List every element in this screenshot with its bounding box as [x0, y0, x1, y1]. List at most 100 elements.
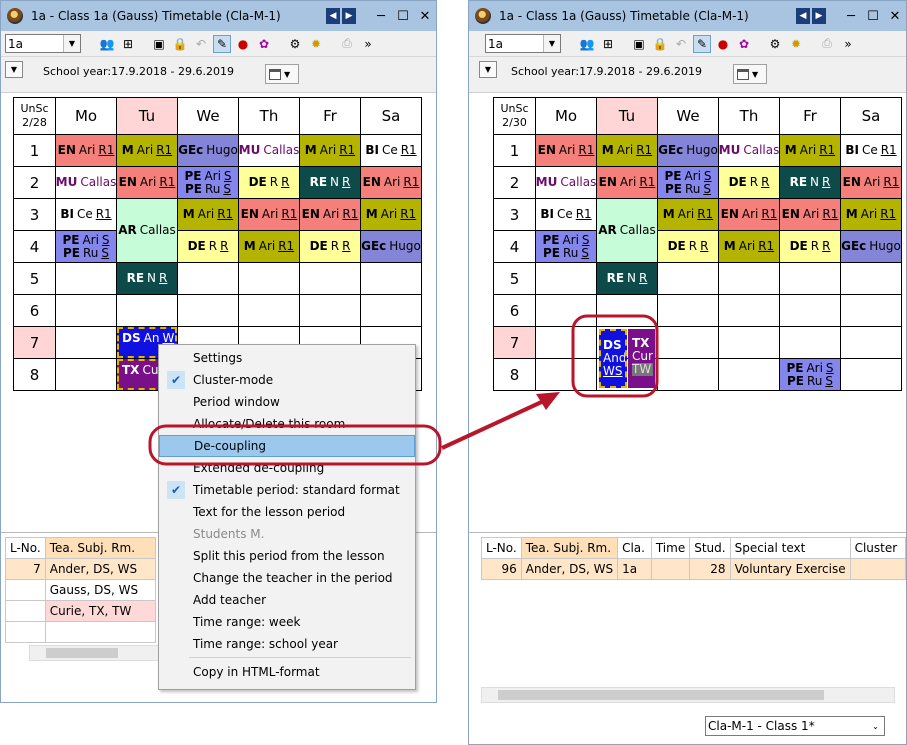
more-icon[interactable]: » [839, 35, 857, 53]
lesson-cell[interactable]: M Ari R1 [178, 199, 238, 230]
undo-icon[interactable]: ↶ [192, 35, 210, 53]
lesson-cell[interactable]: AR Callas [117, 199, 177, 262]
dropdown-toggle-icon[interactable]: ▼ [5, 61, 23, 78]
lesson-cell[interactable]: M Ari R1 [658, 199, 718, 230]
class-select[interactable]: 1a ▼ [5, 34, 81, 53]
grid-icon[interactable]: ⊞ [119, 35, 137, 53]
lesson-cell[interactable]: RE N R [117, 263, 177, 294]
menu-item[interactable]: Time range: school year [159, 633, 415, 655]
close-icon[interactable]: ✕ [414, 9, 436, 24]
maximize-icon[interactable]: ☐ [392, 9, 414, 24]
table-row[interactable]: 96 Ander, DS, WS 1a 28 Voluntary Exercise [481, 558, 906, 580]
lesson-cell[interactable]: DE R R [239, 167, 299, 198]
calendar-button[interactable]: ▼ [733, 64, 767, 84]
lesson-cell[interactable]: TX Cur TW [628, 329, 655, 388]
lesson-cell[interactable]: RE N R [300, 167, 360, 198]
lock-icon[interactable]: 🔒 [171, 35, 189, 53]
lesson-cell[interactable]: PE Ari S PE Ru S [178, 167, 238, 198]
pin-icon[interactable]: ● [714, 35, 732, 53]
menu-item[interactable]: Extended de-coupling [159, 457, 415, 479]
export-icon[interactable]: ▣ [630, 35, 648, 53]
scrollbar-thumb[interactable] [498, 690, 824, 700]
lesson-cell[interactable]: DS And WS [599, 329, 627, 388]
lesson-cell[interactable]: GEc Hugo [361, 231, 421, 262]
menu-item[interactable]: ✔ Cluster-mode [159, 369, 415, 391]
colors-icon[interactable]: ✿ [255, 35, 273, 53]
lock-icon[interactable]: 🔒 [651, 35, 669, 53]
lesson-cell[interactable]: BI Ce R1 [56, 199, 116, 230]
settings-icon[interactable]: ⚙ [766, 35, 784, 53]
lesson-cell[interactable]: M Ari R1 [361, 199, 421, 230]
lesson-cell[interactable]: DE R R [719, 167, 779, 198]
lesson-cell[interactable]: EN Ari R1 [719, 199, 779, 230]
close-icon[interactable]: ✕ [884, 9, 906, 24]
pen-icon[interactable]: ✎ [693, 34, 711, 53]
table-row[interactable]: Gauss, DS, WS [5, 579, 156, 601]
lesson-cell[interactable]: MU Callas [719, 135, 779, 166]
teachers-icon[interactable]: 👥 [98, 35, 116, 53]
lesson-cell[interactable]: PE Ari S PE Ru S [56, 231, 116, 262]
undo-icon[interactable]: ↶ [672, 35, 690, 53]
lesson-cell[interactable]: GEc Hugo [658, 135, 718, 166]
lesson-cell[interactable]: EN Ari R1 [239, 199, 299, 230]
scrollbar-thumb[interactable] [46, 648, 118, 658]
lesson-cell[interactable]: EN Ari R1 [780, 199, 840, 230]
lesson-cell[interactable]: RE N R [597, 263, 657, 294]
lesson-cell[interactable]: DE R R [300, 231, 360, 262]
lesson-cell[interactable]: EN Ari R1 [361, 167, 421, 198]
pen-icon[interactable]: ✎ [213, 34, 231, 53]
lesson-cell[interactable]: EN Ari R1 [300, 199, 360, 230]
table-row[interactable]: 7 Ander, DS, WS [5, 558, 156, 580]
menu-item[interactable]: Period window [159, 391, 415, 413]
lesson-cell[interactable]: AR Callas [597, 199, 657, 262]
dropdown-toggle-icon[interactable]: ▼ [479, 61, 497, 78]
table-row[interactable] [5, 621, 156, 643]
lesson-cell[interactable]: DE R R [658, 231, 718, 262]
lesson-cell[interactable]: PE Ari S PE Ru S [536, 231, 596, 262]
lesson-cell[interactable]: EN Ari R1 [597, 167, 657, 198]
colors-icon[interactable]: ✿ [735, 35, 753, 53]
lesson-cell[interactable]: EN Ari R1 [117, 167, 177, 198]
lesson-cell[interactable]: PE Ari S PE Ru S [658, 167, 718, 198]
lesson-cell[interactable]: DE R R [780, 231, 840, 262]
lesson-cell[interactable]: EN Ari R1 [56, 135, 116, 166]
settings-icon[interactable]: ⚙ [286, 35, 304, 53]
lesson-cell[interactable]: MU Callas [239, 135, 299, 166]
lesson-cell[interactable]: MU Callas [56, 167, 116, 198]
lesson-cell[interactable]: RE N R [780, 167, 840, 198]
lesson-cell[interactable]: EN Ari R1 [841, 167, 901, 198]
minimize-icon[interactable]: ─ [370, 9, 392, 24]
lesson-cell[interactable]: BI Ce R1 [841, 135, 901, 166]
menu-item[interactable]: Split this period from the lesson [159, 545, 415, 567]
calendar-button[interactable]: ▼ [265, 64, 299, 84]
print-icon[interactable]: ⎙ [338, 35, 356, 53]
lesson-cell[interactable]: M Ari R1 [117, 135, 177, 166]
lesson-cell[interactable]: PE Ari S PE Ru S [780, 359, 840, 390]
lesson-cell[interactable]: M Ari R1 [300, 135, 360, 166]
view-select[interactable]: Cla-M-1 - Class 1* ⌄ [705, 716, 885, 736]
lesson-cell[interactable]: M Ari R1 [597, 135, 657, 166]
menu-item[interactable]: Settings [159, 347, 415, 369]
menu-item[interactable]: Copy in HTML-format [159, 661, 415, 683]
menu-item[interactable]: De-coupling [159, 435, 415, 457]
lesson-cell[interactable]: BI Ce R1 [536, 199, 596, 230]
gear-icon[interactable]: ✹ [307, 35, 325, 53]
class-select[interactable]: 1a ▼ [485, 34, 561, 53]
next-arrow-icon[interactable]: ▶ [812, 8, 826, 24]
next-arrow-icon[interactable]: ▶ [342, 8, 356, 24]
lesson-cell[interactable]: M Ari R1 [841, 199, 901, 230]
teachers-icon[interactable]: 👥 [578, 35, 596, 53]
menu-item[interactable]: Time range: week [159, 611, 415, 633]
menu-item[interactable]: Allocate/Delete this room [159, 413, 415, 435]
more-icon[interactable]: » [359, 35, 377, 53]
lesson-cell[interactable]: GEc Hugo [178, 135, 238, 166]
horizontal-scrollbar[interactable] [481, 687, 895, 703]
menu-item[interactable]: Change the teacher in the period [159, 567, 415, 589]
lesson-cell[interactable]: M Ari R1 [780, 135, 840, 166]
grid-icon[interactable]: ⊞ [599, 35, 617, 53]
lesson-cell[interactable]: GEc Hugo [841, 231, 901, 262]
minimize-icon[interactable]: ─ [840, 9, 862, 24]
lesson-cell[interactable]: EN Ari R1 [536, 135, 596, 166]
table-row[interactable]: Curie, TX, TW [5, 600, 156, 622]
lesson-cell[interactable]: M Ari R1 [239, 231, 299, 262]
